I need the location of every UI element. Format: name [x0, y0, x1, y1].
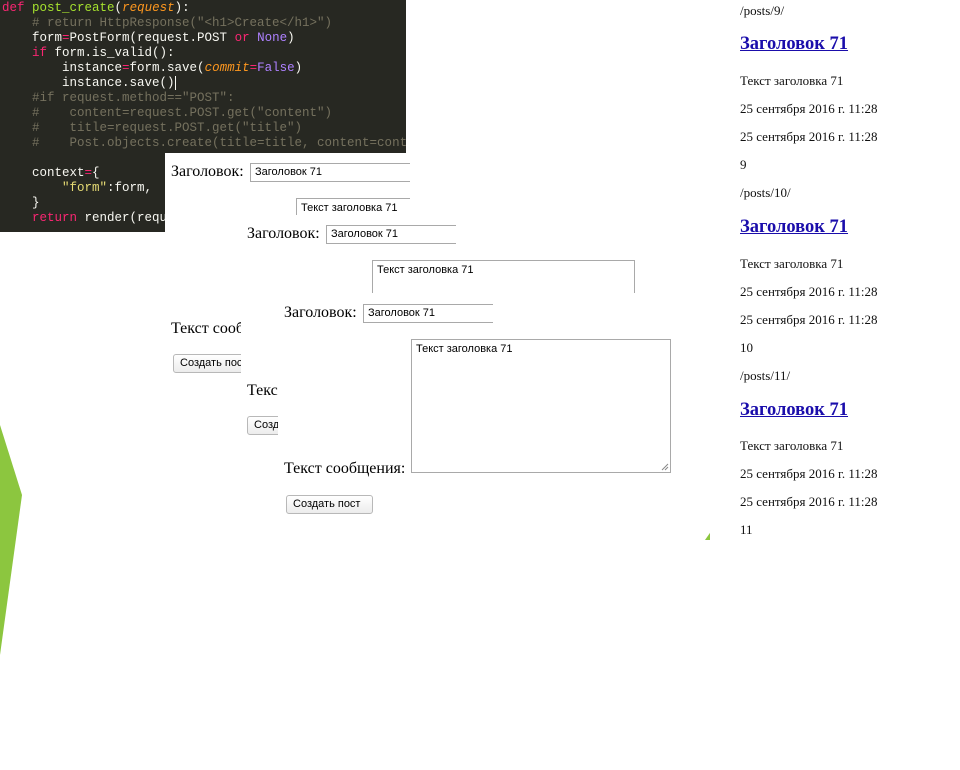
post-text: Текст заголовка 71: [740, 73, 844, 88]
post-title-link[interactable]: Заголовок 71: [740, 400, 848, 421]
code-line: return render(request: [32, 211, 190, 225]
post-updated: 25 сентября 2016 г. 11:28: [740, 494, 878, 509]
post-id: 9: [740, 157, 747, 172]
code-line: # return HttpResponse("<h1>Create</h1>"): [2, 16, 333, 30]
code-line: instance.save(): [2, 76, 176, 90]
code-line: # title=request.POST.get("title"): [2, 121, 303, 135]
code-line: "form":form,: [62, 181, 153, 195]
post-title-link[interactable]: Заголовок 71: [740, 217, 848, 238]
title-input[interactable]: Заголовок 71: [363, 304, 493, 323]
message-label: Текст сообщения:: [284, 460, 406, 477]
post-updated: 25 сентября 2016 г. 11:28: [740, 312, 878, 327]
message-label: Текст сооб: [171, 320, 244, 337]
code-line: }: [2, 196, 40, 210]
post-path: /posts/11/: [740, 368, 791, 383]
post-updated: 25 сентября 2016 г. 11:28: [740, 129, 878, 144]
post-path: /posts/9/: [740, 3, 785, 18]
resize-grip-icon[interactable]: [661, 463, 669, 471]
code-line: instance=form.save(commit=False): [2, 61, 303, 75]
post-created: 25 сентября 2016 г. 11:28: [740, 284, 878, 299]
form-panel-3: Заголовок: Заголовок 71 Текст заголовка …: [278, 293, 705, 528]
post-created: 25 сентября 2016 г. 11:28: [740, 466, 878, 481]
code-line: def post_create(request):: [2, 1, 190, 15]
post-path: /posts/10/: [740, 185, 791, 200]
post-title-link[interactable]: Заголовок 71: [740, 34, 848, 55]
content-textarea[interactable]: Текст заголовка 71: [411, 339, 671, 473]
title-input[interactable]: Заголовок 71: [326, 225, 456, 244]
post-text: Текст заголовка 71: [740, 256, 844, 271]
code-line: if form.is_valid():: [32, 46, 175, 60]
title-input[interactable]: Заголовок 71: [250, 163, 410, 182]
post-id: 11: [740, 522, 753, 537]
title-label: Заголовок:: [247, 225, 320, 242]
code-line: # Post.objects.create(title=title, conte…: [2, 136, 406, 150]
post-id: 10: [740, 340, 753, 355]
title-label: Заголовок:: [171, 163, 244, 180]
code-line: # content=request.POST.get("content"): [2, 106, 333, 120]
create-post-button[interactable]: Создать пост: [286, 495, 373, 514]
posts-list: /posts/9/ Заголовок 71 Текст заголовка 7…: [710, 0, 960, 540]
left-green-triangle: [0, 425, 22, 655]
code-line: form=PostForm(request.POST or None): [2, 31, 295, 45]
post-text: Текст заголовка 71: [740, 438, 844, 453]
code-line: #if request.method=="POST":: [2, 91, 235, 105]
title-label: Заголовок:: [284, 304, 357, 321]
code-line: context={: [2, 166, 100, 180]
post-created: 25 сентября 2016 г. 11:28: [740, 101, 878, 116]
